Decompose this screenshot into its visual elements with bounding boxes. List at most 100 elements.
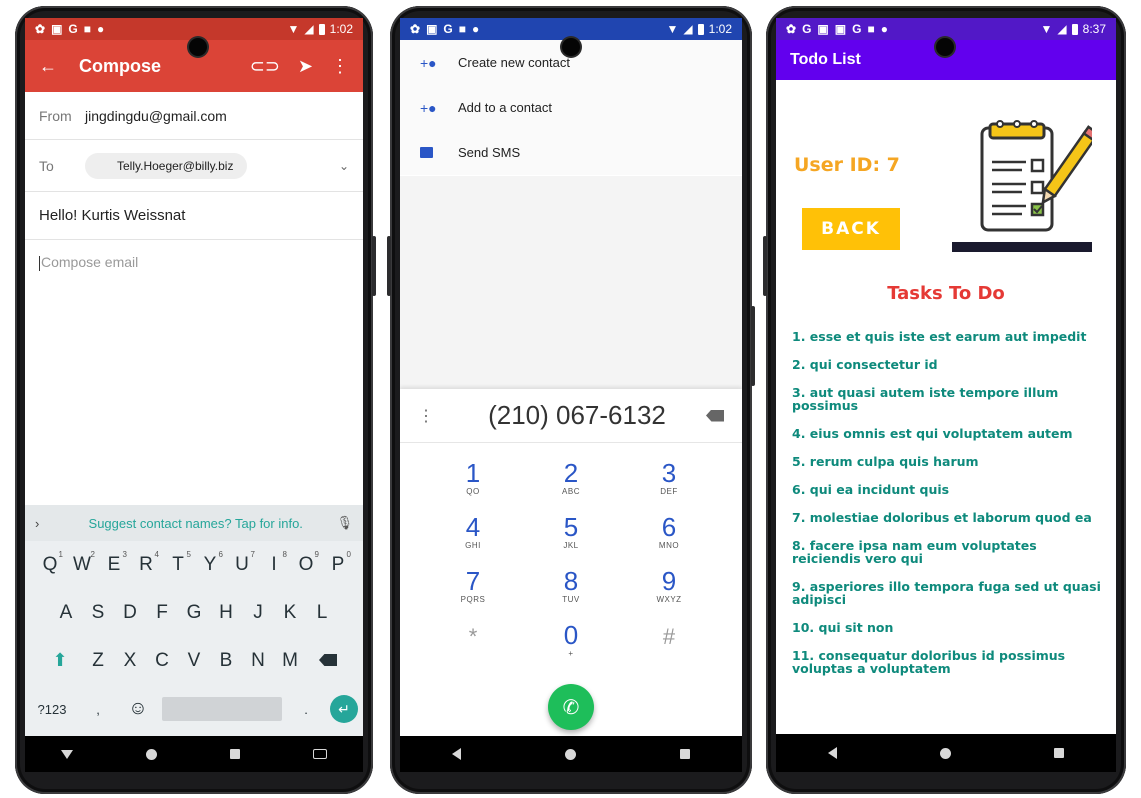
key-l[interactable]: L xyxy=(306,602,338,624)
home-icon[interactable] xyxy=(146,748,158,760)
dialpad: ⋮ (210) 067-6132 1 QO 2 ABC 3 DEF 4 GHI 5 JKL 6 MNO… xyxy=(400,389,742,736)
chevron-down-icon[interactable]: ⌄ xyxy=(339,159,349,173)
more-options-icon[interactable]: ⋮ xyxy=(418,406,448,426)
dialpad-key[interactable]: 7 PQRS xyxy=(424,567,522,613)
emoji-key[interactable]: ☺ xyxy=(122,698,154,720)
status-time: 8:37 xyxy=(1082,22,1106,36)
key-g[interactable]: G xyxy=(178,602,210,624)
dialpad-key[interactable]: # xyxy=(620,621,718,667)
enter-icon: ↵ xyxy=(338,700,350,717)
key-p[interactable]: P0 xyxy=(322,550,354,576)
key-k[interactable]: K xyxy=(274,602,306,624)
task-item[interactable]: 5. rerum culpa quis harum xyxy=(792,455,1106,468)
subject-field[interactable]: Hello! Kurtis Weissnat xyxy=(25,192,363,240)
dialpad-key[interactable]: 4 GHI xyxy=(424,513,522,559)
tasks-title: Tasks To Do xyxy=(887,283,1005,304)
key-y[interactable]: Y6 xyxy=(194,550,226,576)
key-v[interactable]: V xyxy=(178,650,210,672)
dialpad-key[interactable]: 5 JKL xyxy=(522,513,620,559)
key-a[interactable]: A xyxy=(50,602,82,624)
task-item[interactable]: 3. aut quasi autem iste tempore illum po… xyxy=(792,386,1106,412)
keyboard-switch-icon[interactable] xyxy=(312,749,327,759)
dialpad-key[interactable]: 9 WXYZ xyxy=(620,567,718,613)
from-row[interactable]: From jingdingdu@gmail.com xyxy=(25,92,363,140)
key-r[interactable]: R4 xyxy=(130,550,162,576)
recents-icon[interactable] xyxy=(680,749,690,759)
mic-icon[interactable]: 🎙 xyxy=(336,515,353,531)
add-to-contact-item[interactable]: +● Add to a contact xyxy=(400,85,742,130)
phone-icon: ✆ xyxy=(562,696,580,719)
side-button xyxy=(751,306,755,386)
key-c[interactable]: C xyxy=(146,650,178,672)
call-button[interactable]: ✆ xyxy=(548,684,594,730)
dialpad-key[interactable]: 2 ABC xyxy=(522,459,620,505)
attach-icon[interactable]: ⊂⊃ xyxy=(250,56,280,77)
dialpad-key[interactable]: 0 + xyxy=(522,621,620,667)
key-d[interactable]: D xyxy=(114,602,146,624)
home-icon[interactable] xyxy=(939,747,951,759)
keyboard-row-3-letters: ZXCVBNM xyxy=(82,650,306,672)
recipient-chip[interactable]: Telly.Hoeger@billy.biz xyxy=(85,152,248,179)
task-item[interactable]: 8. facere ipsa nam eum voluptates reicie… xyxy=(792,539,1106,565)
empty-area xyxy=(400,176,742,391)
back-icon[interactable] xyxy=(827,747,837,759)
dialpad-digit: 2 xyxy=(563,458,579,488)
key-o[interactable]: O9 xyxy=(290,550,322,576)
task-item[interactable]: 9. asperiores illo tempora fuga sed ut q… xyxy=(792,580,1106,606)
task-item[interactable]: 7. molestiae doloribus et laborum quod e… xyxy=(792,511,1106,524)
dialpad-key[interactable]: * xyxy=(424,621,522,667)
dialpad-key[interactable]: 1 QO xyxy=(424,459,522,505)
more-options-icon[interactable]: ⋮ xyxy=(331,56,349,77)
send-sms-item[interactable]: Send SMS xyxy=(400,130,742,175)
send-icon[interactable]: ➤ xyxy=(298,56,313,77)
space-key[interactable] xyxy=(162,697,282,721)
symbols-key[interactable]: ?123 xyxy=(30,702,74,717)
hide-keyboard-icon[interactable] xyxy=(61,749,74,759)
key-n[interactable]: N xyxy=(242,650,274,672)
key-j[interactable]: J xyxy=(242,602,274,624)
key-s[interactable]: S xyxy=(82,602,114,624)
enter-key[interactable]: ↵ xyxy=(330,695,358,723)
key-z[interactable]: Z xyxy=(82,650,114,672)
task-item[interactable]: 1. esse et quis iste est earum aut imped… xyxy=(792,330,1106,343)
key-x[interactable]: X xyxy=(114,650,146,672)
backspace-key[interactable] xyxy=(306,650,350,672)
key-e[interactable]: E3 xyxy=(98,550,130,576)
task-item[interactable]: 2. qui consectetur id xyxy=(792,358,1106,371)
key-b[interactable]: B xyxy=(210,650,242,672)
keyboard-row-1: Q1W2E3R4T5Y6U7I8O9P0 xyxy=(25,541,363,589)
home-icon[interactable] xyxy=(565,748,576,760)
task-item[interactable]: 4. eius omnis est qui voluptatem autem xyxy=(792,427,1106,440)
task-item[interactable]: 11. consequatur doloribus id possimus vo… xyxy=(792,649,1106,675)
back-icon[interactable] xyxy=(452,748,461,760)
dialed-number[interactable]: (210) 067-6132 xyxy=(448,400,706,431)
key-m[interactable]: M xyxy=(274,650,306,672)
key-w[interactable]: W2 xyxy=(66,550,98,576)
key-t[interactable]: T5 xyxy=(162,550,194,576)
suggestion-strip[interactable]: › Suggest contact names? Tap for info. 🎙 xyxy=(25,505,363,541)
to-row[interactable]: To Telly.Hoeger@billy.biz ⌄ xyxy=(25,140,363,192)
chevron-right-icon[interactable]: › xyxy=(35,516,55,531)
key-i[interactable]: I8 xyxy=(258,550,290,576)
period-key[interactable]: . xyxy=(290,702,322,717)
back-button[interactable]: BACK xyxy=(802,208,900,250)
task-item[interactable]: 6. qui ea incidunt quis xyxy=(792,483,1106,496)
key-u[interactable]: U7 xyxy=(226,550,258,576)
back-arrow-icon[interactable]: ← xyxy=(39,56,57,77)
dialpad-key[interactable]: 8 TUV xyxy=(522,567,620,613)
google-icon: G xyxy=(443,22,453,36)
comma-key[interactable]: , xyxy=(82,702,114,717)
suggestion-text[interactable]: Suggest contact names? Tap for info. xyxy=(55,516,336,531)
key-q[interactable]: Q1 xyxy=(34,550,66,576)
compose-body[interactable]: Compose email xyxy=(25,240,363,285)
task-item[interactable]: 10. qui sit non xyxy=(792,621,1106,634)
dialpad-key[interactable]: 3 DEF xyxy=(620,459,718,505)
dialpad-key[interactable]: 6 MNO xyxy=(620,513,718,559)
recents-icon[interactable] xyxy=(229,749,240,759)
shift-key[interactable]: ⬆ xyxy=(38,650,82,672)
recents-icon[interactable] xyxy=(1054,748,1065,758)
key-h[interactable]: H xyxy=(210,602,242,624)
key-f[interactable]: F xyxy=(146,602,178,624)
backspace-icon[interactable] xyxy=(706,409,724,422)
wifi-icon: ▼ xyxy=(666,22,679,36)
